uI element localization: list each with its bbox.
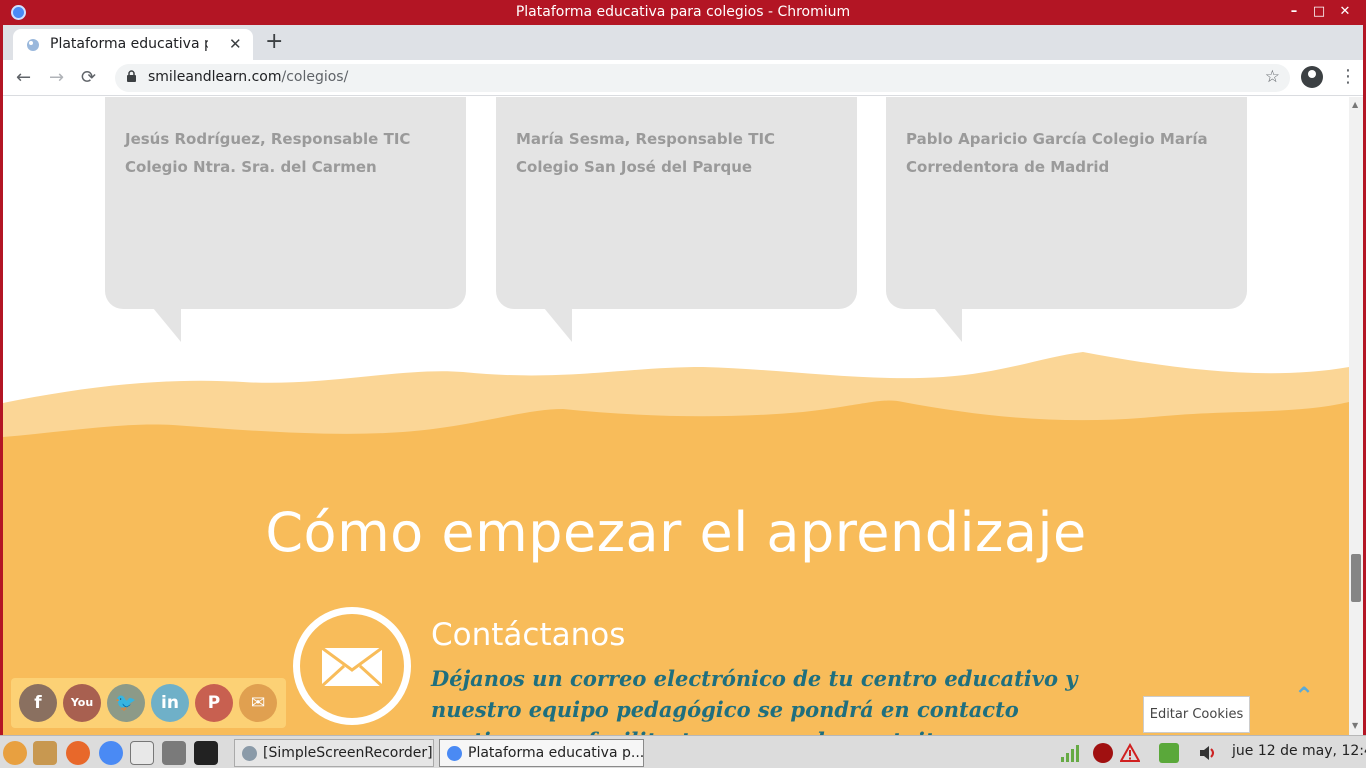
task-label: [SimpleScreenRecorder] — [263, 745, 433, 761]
page-scrollbar[interactable]: ▲ ▼ — [1349, 97, 1363, 735]
testimonial-author: Pablo Aparicio García Colegio María Corr… — [906, 130, 1208, 176]
taskbar-task-chromium[interactable]: Plataforma educativa p... — [439, 739, 644, 767]
account-avatar-icon[interactable] — [1301, 66, 1323, 88]
screenrecorder-icon — [242, 746, 257, 761]
back-to-top-icon[interactable]: ⌃ — [1294, 682, 1314, 710]
tab-plataforma-educativa[interactable]: Plataforma educativa para colegios ✕ — [13, 29, 253, 60]
record-icon[interactable] — [1093, 743, 1113, 763]
url-host: smileandlearn.com — [148, 69, 282, 85]
decorative-wave — [3, 352, 1349, 467]
social-share-bar: f You 🐦 in P ✉ — [11, 678, 286, 728]
speech-bubble-tail — [934, 308, 962, 342]
clock: jue 12 de may, 12:48 — [1232, 743, 1366, 759]
testimonial-author: María Sesma, Responsable TIC Colegio San… — [516, 130, 776, 176]
url-text: smileandlearn.com/colegios/ — [148, 69, 348, 85]
chromium-icon[interactable] — [99, 741, 123, 765]
linkedin-icon[interactable]: in — [151, 684, 189, 722]
pinterest-icon[interactable]: P — [195, 684, 233, 722]
text-editor-icon[interactable] — [33, 741, 57, 765]
warning-icon[interactable] — [1120, 743, 1140, 763]
youtube-icon[interactable]: You — [63, 684, 101, 722]
tab-close-icon[interactable]: ✕ — [229, 35, 242, 53]
testimonial-card: María Sesma, Responsable TIC Colegio San… — [496, 97, 857, 342]
scroll-down-icon[interactable]: ▼ — [1352, 721, 1358, 730]
network-signal-icon[interactable] — [1060, 743, 1080, 763]
firefox-icon[interactable] — [66, 741, 90, 765]
speech-bubble-tail — [153, 308, 181, 342]
twitter-icon[interactable]: 🐦 — [107, 684, 145, 722]
task-label: Plataforma educativa p... — [468, 745, 644, 761]
url-path: /colegios/ — [281, 69, 349, 85]
page-viewport: Jesús Rodríguez, Responsable TIC Colegio… — [3, 97, 1349, 735]
taskbar: [SimpleScreenRecorder] Plataforma educat… — [0, 735, 1366, 768]
back-button[interactable]: ← — [16, 67, 31, 88]
maximize-button[interactable]: □ — [1310, 3, 1328, 21]
minimize-button[interactable]: – — [1285, 3, 1303, 21]
tab-strip: Plataforma educativa para colegios ✕ + — [0, 25, 1366, 60]
scroll-up-icon[interactable]: ▲ — [1352, 100, 1358, 109]
window-titlebar: Plataforma educativa para colegios - Chr… — [0, 0, 1366, 25]
chromium-icon — [447, 746, 462, 761]
bookmark-star-icon[interactable]: ☆ — [1265, 67, 1280, 87]
scroll-thumb[interactable] — [1351, 554, 1361, 602]
battery-icon[interactable] — [1159, 743, 1179, 763]
email-share-icon[interactable]: ✉ — [239, 684, 277, 722]
step-title: Contáctanos — [431, 617, 626, 653]
site-favicon-icon — [27, 39, 39, 51]
close-window-button[interactable]: ✕ — [1336, 3, 1354, 21]
edit-cookies-button[interactable]: Editar Cookies — [1143, 696, 1250, 733]
taskbar-task-screenrecorder[interactable]: [SimpleScreenRecorder] — [234, 739, 434, 767]
window-title: Plataforma educativa para colegios - Chr… — [515, 4, 851, 20]
speech-bubble-tail — [544, 308, 572, 342]
new-tab-button[interactable]: + — [265, 29, 283, 54]
browser-menu-icon[interactable]: ⋮ — [1339, 66, 1357, 87]
terminal-icon[interactable] — [194, 741, 218, 765]
reload-button[interactable]: ⟳ — [81, 67, 96, 88]
browser-toolbar: ← → ⟳ smileandlearn.com/colegios/ ☆ ⋮ — [0, 60, 1366, 96]
notes-icon[interactable] — [130, 741, 154, 765]
step-description: Déjanos un correo electrónico de tu cent… — [431, 666, 1078, 735]
forward-button[interactable]: → — [49, 67, 64, 88]
address-bar[interactable]: smileandlearn.com/colegios/ ☆ — [115, 64, 1290, 92]
section-title: Cómo empezar el aprendizaje — [265, 501, 1087, 564]
start-menu-icon[interactable] — [3, 741, 27, 765]
facebook-icon[interactable]: f — [19, 684, 57, 722]
testimonial-card: Pablo Aparicio García Colegio María Corr… — [886, 97, 1247, 342]
screenshot-icon[interactable] — [162, 741, 186, 765]
testimonial-card: Jesús Rodríguez, Responsable TIC Colegio… — [105, 97, 466, 342]
testimonial-author: Jesús Rodríguez, Responsable TIC Colegio… — [125, 130, 411, 176]
contact-step-circle — [293, 607, 411, 725]
lock-icon — [127, 70, 136, 82]
tab-title: Plataforma educativa para colegios — [50, 36, 208, 52]
envelope-icon — [320, 646, 384, 688]
volume-icon[interactable] — [1198, 743, 1218, 763]
